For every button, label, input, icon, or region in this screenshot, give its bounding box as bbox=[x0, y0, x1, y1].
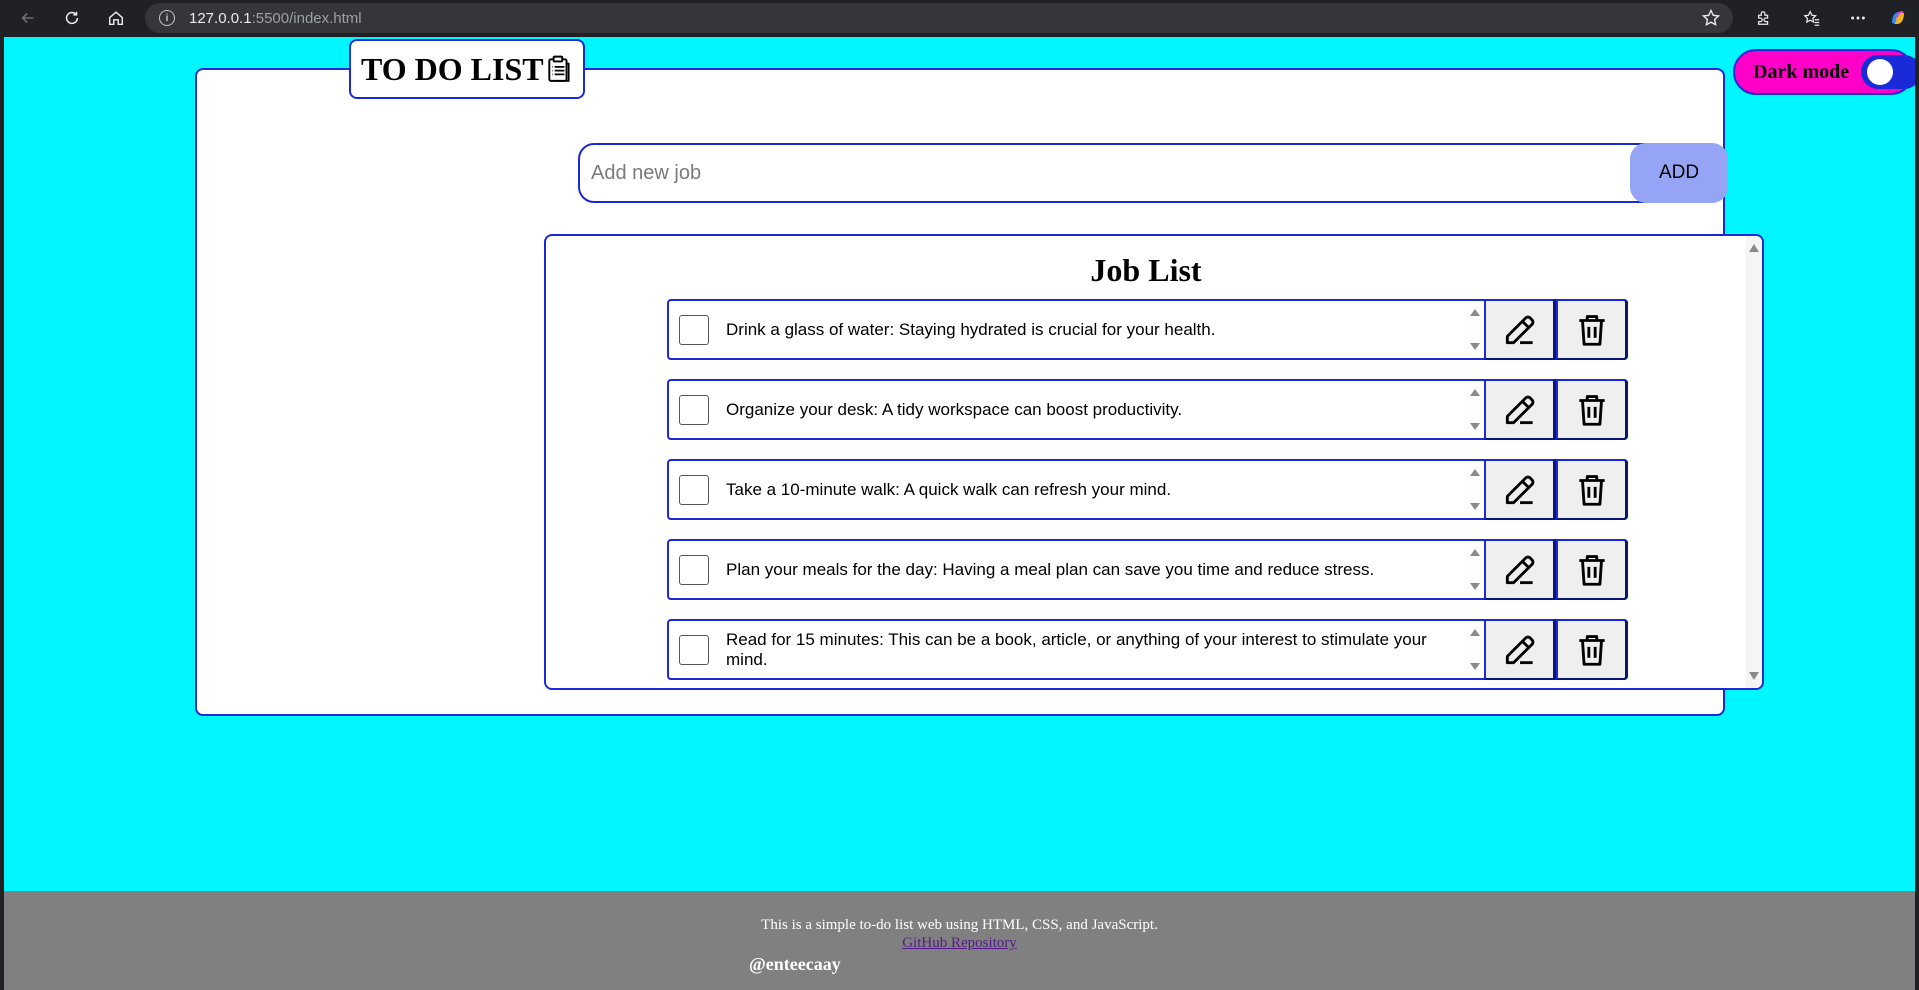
home-icon bbox=[108, 11, 124, 26]
puzzle-icon bbox=[1757, 11, 1769, 25]
pencil-icon bbox=[1505, 475, 1534, 504]
favorites-button[interactable] bbox=[1800, 6, 1824, 30]
pencil-icon bbox=[1505, 635, 1534, 664]
pencil-icon bbox=[1505, 555, 1534, 584]
footer: This is a simple to-do list web using HT… bbox=[4, 891, 1915, 990]
favorites-icon bbox=[1803, 10, 1820, 26]
job-checkbox[interactable] bbox=[679, 555, 709, 585]
job-item: Take a 10-minute walk: A quick walk can … bbox=[667, 459, 1628, 520]
edit-button[interactable] bbox=[1484, 379, 1556, 440]
job-list-title: Job List bbox=[1090, 252, 1202, 288]
job-text[interactable]: Take a 10-minute walk: A quick walk can … bbox=[726, 461, 1466, 518]
text-scroll-up-icon[interactable] bbox=[1470, 469, 1480, 476]
app-title: TO DO LIST bbox=[361, 50, 544, 87]
delete-button[interactable] bbox=[1556, 379, 1628, 440]
job-checkbox[interactable] bbox=[679, 635, 709, 665]
trash-icon bbox=[1578, 474, 1605, 506]
delete-button[interactable] bbox=[1556, 459, 1628, 520]
scroll-up-arrow-icon[interactable] bbox=[1749, 244, 1759, 252]
reload-button[interactable] bbox=[58, 5, 86, 31]
dark-mode-toggle[interactable]: Dark mode bbox=[1733, 49, 1915, 95]
text-scroll-up-icon[interactable] bbox=[1470, 389, 1480, 396]
pencil-icon bbox=[1505, 395, 1534, 424]
job-item: Read for 15 minutes: This can be a book,… bbox=[667, 619, 1628, 680]
job-text[interactable]: Drink a glass of water: Staying hydrated… bbox=[726, 301, 1466, 358]
edit-button[interactable] bbox=[1484, 619, 1556, 680]
text-scroll-down-icon[interactable] bbox=[1470, 503, 1480, 510]
text-scroll-up-icon[interactable] bbox=[1470, 629, 1480, 636]
delete-button[interactable] bbox=[1556, 299, 1628, 360]
text-scroll-up-icon[interactable] bbox=[1470, 309, 1480, 316]
trash-icon bbox=[1578, 634, 1605, 666]
add-button[interactable]: ADD bbox=[1630, 143, 1728, 203]
delete-button[interactable] bbox=[1556, 619, 1628, 680]
job-text[interactable]: Organize your desk: A tidy workspace can… bbox=[726, 381, 1466, 438]
delete-button[interactable] bbox=[1556, 539, 1628, 600]
trash-icon bbox=[1578, 554, 1605, 586]
pencil-icon bbox=[1505, 315, 1534, 344]
text-scroll-up-icon[interactable] bbox=[1470, 549, 1480, 556]
copilot-icon bbox=[1892, 11, 1904, 24]
copilot-button[interactable] bbox=[1886, 6, 1910, 30]
extensions-button[interactable] bbox=[1752, 6, 1776, 30]
job-text[interactable]: Plan your meals for the day: Having a me… bbox=[726, 541, 1466, 598]
list-scrollbar[interactable] bbox=[1746, 236, 1762, 688]
trash-icon bbox=[1578, 314, 1605, 346]
back-button[interactable] bbox=[14, 5, 42, 31]
edit-button[interactable] bbox=[1484, 299, 1556, 360]
switch-knob bbox=[1867, 59, 1893, 85]
job-list-panel: Job List Drink a glass of water: Staying… bbox=[544, 234, 1764, 690]
text-scroll-down-icon[interactable] bbox=[1470, 423, 1480, 430]
todo-card: ADD Job List Drink a glass of water: Sta… bbox=[195, 68, 1764, 716]
text-scroll-down-icon[interactable] bbox=[1470, 343, 1480, 350]
page-viewport: ADD Job List Drink a glass of water: Sta… bbox=[4, 37, 1915, 990]
job-checkbox[interactable] bbox=[679, 315, 709, 345]
add-job-input[interactable] bbox=[578, 143, 1698, 203]
edit-button[interactable] bbox=[1484, 459, 1556, 520]
url-host: 127.0.0.1 bbox=[189, 9, 252, 27]
dark-mode-switch[interactable] bbox=[1861, 55, 1915, 89]
more-icon bbox=[1851, 16, 1865, 20]
edit-button[interactable] bbox=[1484, 539, 1556, 600]
author-handle: @enteecaay bbox=[749, 954, 841, 974]
url-path: :5500/index.html bbox=[251, 9, 362, 27]
add-job-row: ADD bbox=[578, 143, 1728, 203]
more-button[interactable] bbox=[1846, 6, 1870, 30]
github-link[interactable]: GitHub Repository bbox=[4, 935, 1915, 952]
job-checkbox[interactable] bbox=[679, 395, 709, 425]
text-scroll-down-icon[interactable] bbox=[1470, 583, 1480, 590]
job-text[interactable]: Read for 15 minutes: This can be a book,… bbox=[726, 621, 1466, 678]
job-item: Drink a glass of water: Staying hydrated… bbox=[667, 299, 1628, 360]
home-button[interactable] bbox=[102, 5, 130, 31]
job-checkbox[interactable] bbox=[679, 475, 709, 505]
arrow-left-icon bbox=[21, 12, 34, 24]
site-info-icon[interactable]: i bbox=[159, 10, 175, 26]
address-bar[interactable]: i 127.0.0.1:5500/index.html bbox=[145, 3, 1733, 33]
dark-mode-label: Dark mode bbox=[1753, 61, 1850, 83]
app-title-box: TO DO LIST bbox=[349, 39, 585, 99]
job-item: Organize your desk: A tidy workspace can… bbox=[667, 379, 1628, 440]
star-icon[interactable] bbox=[1701, 8, 1721, 28]
text-scroll-down-icon[interactable] bbox=[1470, 663, 1480, 670]
reload-icon bbox=[65, 11, 79, 25]
trash-icon bbox=[1578, 394, 1605, 426]
clipboard-icon bbox=[547, 55, 570, 82]
browser-toolbar: i 127.0.0.1:5500/index.html bbox=[0, 0, 1919, 36]
job-item: Plan your meals for the day: Having a me… bbox=[667, 539, 1628, 600]
scroll-down-arrow-icon[interactable] bbox=[1749, 672, 1759, 680]
footer-description: This is a simple to-do list web using HT… bbox=[761, 917, 1158, 933]
